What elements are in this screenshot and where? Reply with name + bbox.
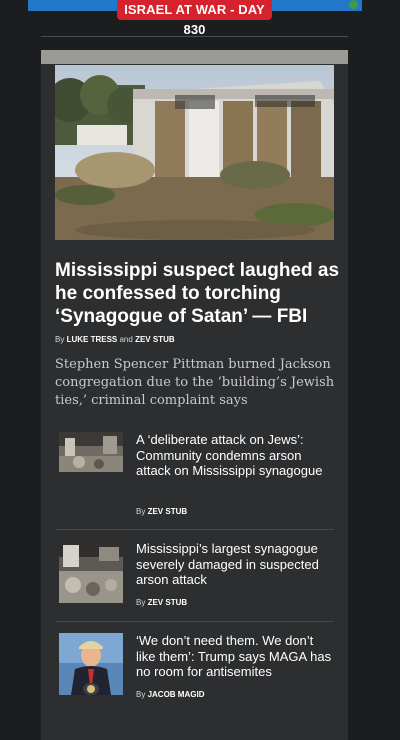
story-title[interactable]: Mississippi’s largest synagogue severely… <box>136 541 336 588</box>
byline-prefix: By <box>55 335 65 344</box>
story-byline: By JACOB MAGID <box>136 690 204 699</box>
story-thumbnail[interactable] <box>59 541 123 603</box>
status-dot-icon <box>349 0 358 9</box>
story-title[interactable]: ‘We don’t need them. We don’t like them’… <box>136 633 336 680</box>
list-item[interactable]: A ‘deliberate attack on Jews’: Community… <box>55 432 341 522</box>
byline-prefix: By <box>136 690 146 699</box>
lead-summary[interactable]: Stephen Spencer Pittman burned Jackson c… <box>55 356 340 410</box>
story-byline: By ZEV STUB <box>136 598 187 607</box>
lead-headline[interactable]: Mississippi suspect laughed as he confes… <box>55 259 341 328</box>
lead-story-image[interactable] <box>55 65 334 240</box>
author-link[interactable]: ZEV STUB <box>148 507 188 516</box>
lead-byline: By LUKE TRESS and ZEV STUB <box>55 335 335 344</box>
author-link[interactable]: ZEV STUB <box>135 335 175 344</box>
byline-and: and <box>119 335 133 344</box>
divider <box>41 36 348 37</box>
article-list-panel: Mississippi suspect laughed as he confes… <box>41 50 348 740</box>
byline-prefix: By <box>136 507 146 516</box>
image-top-strip <box>41 50 348 64</box>
story-title[interactable]: A ‘deliberate attack on Jews’: Community… <box>136 432 336 479</box>
author-link[interactable]: JACOB MAGID <box>148 690 205 699</box>
story-byline: By ZEV STUB <box>136 507 187 516</box>
divider <box>55 621 334 622</box>
author-link[interactable]: ZEV STUB <box>148 598 188 607</box>
list-item[interactable]: Mississippi’s largest synagogue severely… <box>55 541 341 613</box>
byline-prefix: By <box>136 598 146 607</box>
story-thumbnail[interactable] <box>59 633 123 695</box>
war-day-badge[interactable]: ISRAEL AT WAR - DAY 830 <box>117 0 272 37</box>
list-item[interactable]: ‘We don’t need them. We don’t like them’… <box>55 633 341 705</box>
story-thumbnail[interactable] <box>59 432 123 472</box>
author-link[interactable]: LUKE TRESS <box>67 335 118 344</box>
divider <box>55 529 334 530</box>
